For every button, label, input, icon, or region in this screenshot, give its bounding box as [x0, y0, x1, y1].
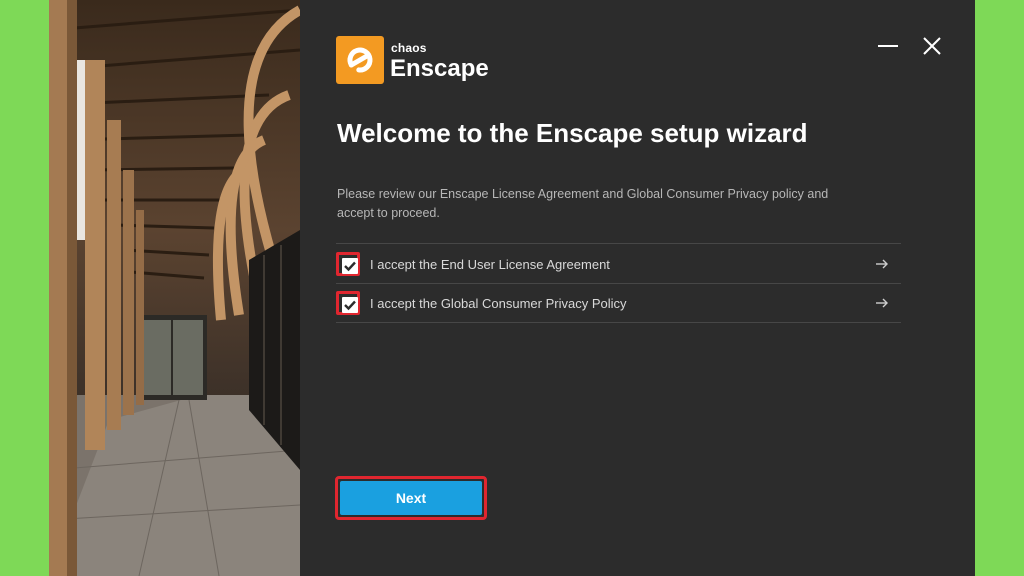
checkmark-icon — [344, 261, 356, 272]
next-button-highlight: Next — [335, 476, 487, 520]
minimize-button[interactable] — [876, 34, 900, 58]
page-title: Welcome to the Enscape setup wizard — [337, 118, 808, 148]
arrow-right-icon[interactable] — [875, 257, 889, 271]
close-button[interactable] — [920, 34, 944, 58]
product-name: Enscape — [390, 55, 489, 82]
privacy-checkbox[interactable] — [336, 291, 360, 315]
next-button[interactable]: Next — [340, 481, 482, 515]
enscape-logo: chaos Enscape — [336, 36, 506, 86]
minimize-icon — [878, 45, 898, 47]
divider — [336, 322, 901, 323]
privacy-agreement-row[interactable]: I accept the Global Consumer Privacy Pol… — [336, 284, 901, 322]
description-text: Please review our Enscape License Agreem… — [337, 187, 829, 220]
eula-checkbox[interactable] — [336, 252, 360, 276]
eula-agreement-row[interactable]: I accept the End User License Agreement — [336, 245, 901, 283]
hero-image — [49, 0, 300, 576]
enscape-logo-icon — [336, 36, 384, 84]
eula-label: I accept the End User License Agreement — [370, 257, 610, 272]
setup-wizard-window: chaos Enscape Welcome to the Enscape set… — [49, 0, 975, 576]
checkmark-icon — [344, 300, 356, 311]
divider — [336, 243, 901, 244]
privacy-label: I accept the Global Consumer Privacy Pol… — [370, 296, 627, 311]
arrow-right-icon[interactable] — [875, 296, 889, 310]
company-name: chaos — [391, 41, 427, 55]
close-icon — [923, 37, 941, 55]
